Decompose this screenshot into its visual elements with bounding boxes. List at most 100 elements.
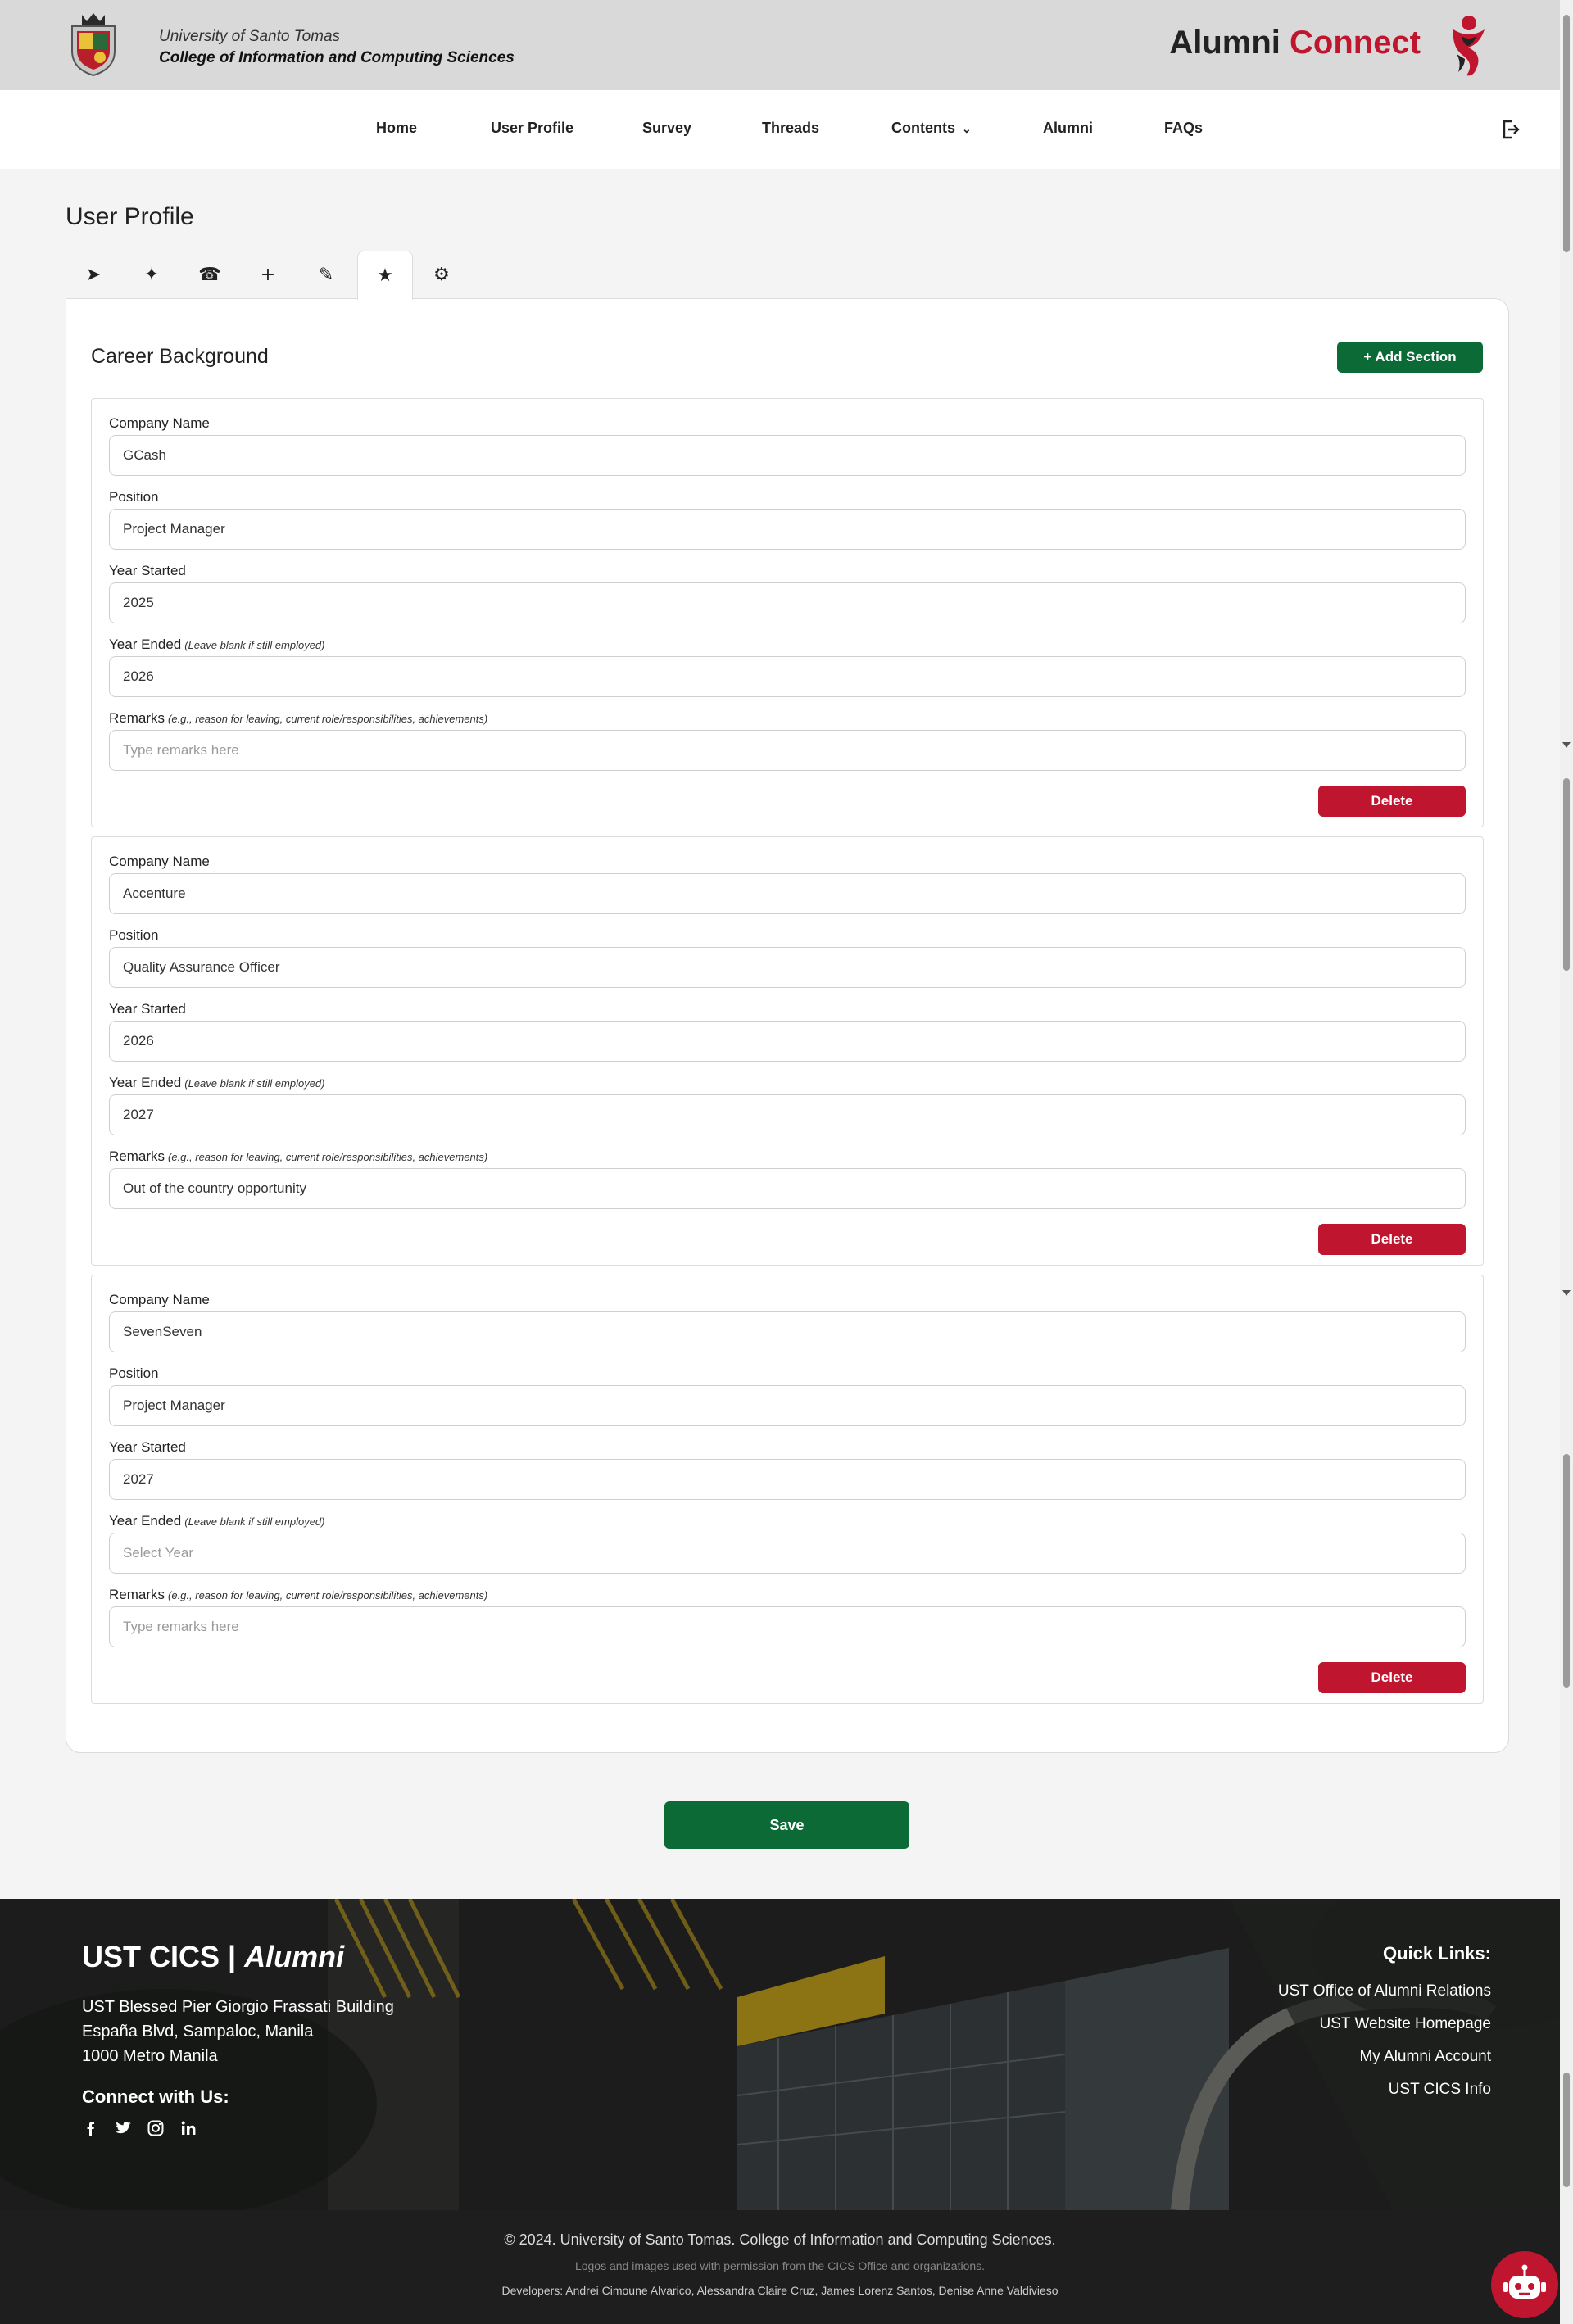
remarks-input[interactable] xyxy=(109,730,1466,771)
year-ended-label: Year Ended (Leave blank if still employed… xyxy=(109,1075,324,1091)
connect-title: Connect with Us: xyxy=(82,2086,229,2107)
delete-section-button[interactable]: Delete xyxy=(1318,786,1466,817)
sparkle-icon: ✦ xyxy=(143,264,160,285)
pencil-icon: ✎ xyxy=(318,264,334,285)
year-started-label-text: Year Started xyxy=(109,563,186,578)
address-line: España Blvd, Sampaloc, Manila xyxy=(82,2023,314,2041)
career-background-title: Career Background xyxy=(91,345,269,368)
quick-link-cics-info[interactable]: UST CICS Info xyxy=(1389,2081,1491,2099)
quick-link-alumni-account[interactable]: My Alumni Account xyxy=(1359,2048,1491,2066)
scroll-thumb[interactable] xyxy=(1563,778,1570,971)
tab-plus[interactable]: + xyxy=(240,251,296,298)
tab-pencil[interactable]: ✎ xyxy=(298,251,354,298)
career-section: Company Name Position Year Started Year End… xyxy=(91,398,1484,827)
career-section: Company Name Position Year Started Year End… xyxy=(91,836,1484,1266)
career-background-card: Career Background + Add Section Company … xyxy=(66,298,1509,1753)
year-ended-hint: (Leave blank if still employed) xyxy=(184,1515,325,1528)
quick-link-alumni-relations[interactable]: UST Office of Alumni Relations xyxy=(1278,1982,1491,2000)
twitter-icon[interactable] xyxy=(113,2118,133,2138)
brand-main-text: Alumni xyxy=(1169,25,1281,61)
delete-section-button[interactable]: Delete xyxy=(1318,1224,1466,1255)
year-ended-label: Year Ended (Leave blank if still employed… xyxy=(109,1513,324,1529)
facebook-icon[interactable] xyxy=(80,2118,100,2138)
remarks-input[interactable] xyxy=(109,1606,1466,1647)
send-icon: ➤ xyxy=(85,264,102,285)
year-started-label: Year Started xyxy=(109,563,186,579)
nav-survey[interactable]: Survey xyxy=(642,120,691,137)
footer-brand-italic: Alumni xyxy=(244,1940,345,1973)
nav-alumni[interactable]: Alumni xyxy=(1043,120,1093,137)
year-started-label-text: Year Started xyxy=(109,1001,186,1017)
year-started-input[interactable] xyxy=(109,1021,1466,1062)
nav-home[interactable]: Home xyxy=(376,120,417,137)
nav-faqs[interactable]: FAQs xyxy=(1164,120,1203,137)
tab-sparkle[interactable]: ✦ xyxy=(124,251,179,298)
remarks-hint: (e.g., reason for leaving, current role/… xyxy=(168,713,488,725)
copyright-text: © 2024. University of Santo Tomas. Colle… xyxy=(504,2231,1056,2248)
company-name-label: Company Name xyxy=(109,854,210,870)
ust-crest-logo xyxy=(71,13,116,77)
remarks-label-text: Remarks xyxy=(109,1587,165,1602)
nav-contents[interactable]: Contents ⌄ xyxy=(891,120,972,137)
instagram-icon[interactable] xyxy=(146,2118,165,2138)
settings-icon: ⚙ xyxy=(433,264,450,285)
year-ended-label-text: Year Ended xyxy=(109,636,182,652)
year-ended-input[interactable] xyxy=(109,1533,1466,1574)
plus-icon: + xyxy=(260,264,276,285)
star-icon: ★ xyxy=(377,265,393,286)
position-label-text: Position xyxy=(109,927,159,943)
save-button[interactable]: Save xyxy=(664,1801,909,1849)
college-name: College of Information and Computing Sci… xyxy=(159,49,515,66)
scroll-down-arrow[interactable] xyxy=(1562,742,1571,748)
company-name-label: Company Name xyxy=(109,415,210,432)
year-ended-input[interactable] xyxy=(109,1094,1466,1135)
delete-section-button[interactable]: Delete xyxy=(1318,1662,1466,1693)
remarks-label: Remarks (e.g., reason for leaving, curren… xyxy=(109,710,487,727)
year-ended-label-text: Year Ended xyxy=(109,1075,182,1090)
company-name-input[interactable] xyxy=(109,1311,1466,1352)
alumni-connect-brand: Alumni Connect xyxy=(1169,25,1421,61)
quick-links-title: Quick Links: xyxy=(1382,1943,1491,1964)
year-started-input[interactable] xyxy=(109,582,1466,623)
scroll-thumb[interactable] xyxy=(1563,1454,1570,1688)
position-input[interactable] xyxy=(109,947,1466,988)
footer-brand-main: UST CICS | xyxy=(82,1940,237,1973)
year-started-input[interactable] xyxy=(109,1459,1466,1500)
nav-user-profile[interactable]: User Profile xyxy=(491,120,573,137)
quick-link-ust-homepage[interactable]: UST Website Homepage xyxy=(1320,2015,1491,2033)
chatbot-button[interactable] xyxy=(1491,2251,1558,2318)
company-name-input[interactable] xyxy=(109,873,1466,914)
tab-settings[interactable]: ⚙ xyxy=(414,251,469,298)
scroll-down-arrow[interactable] xyxy=(1562,1290,1571,1296)
logout-icon[interactable] xyxy=(1501,119,1521,140)
tab-star[interactable]: ★ xyxy=(357,251,413,300)
tab-phone[interactable]: ☎ xyxy=(182,251,238,298)
nav-threads[interactable]: Threads xyxy=(762,120,819,137)
linkedin-icon[interactable] xyxy=(179,2118,198,2138)
year-ended-input[interactable] xyxy=(109,656,1466,697)
scroll-thumb[interactable] xyxy=(1563,2073,1570,2187)
page-scrollbar[interactable] xyxy=(1560,0,1573,2324)
year-ended-label: Year Ended (Leave blank if still employed… xyxy=(109,636,324,653)
footer-brand: UST CICS | Alumni xyxy=(82,1940,344,1974)
chevron-down-icon: ⌄ xyxy=(962,122,972,135)
developers-text: Developers: Andrei Cimoune Alvarico, Ale… xyxy=(501,2284,1058,2297)
main-nav: Home User Profile Survey Threads Content… xyxy=(0,90,1560,169)
company-name-input[interactable] xyxy=(109,435,1466,476)
position-label: Position xyxy=(109,1366,158,1382)
position-input[interactable] xyxy=(109,509,1466,550)
company-name-label-text: Company Name xyxy=(109,854,210,869)
nav-contents-label: Contents xyxy=(891,120,955,136)
remarks-hint: (e.g., reason for leaving, current role/… xyxy=(168,1589,488,1601)
add-section-button[interactable]: + Add Section xyxy=(1337,342,1483,373)
year-ended-hint: (Leave blank if still employed) xyxy=(184,639,325,651)
year-started-label-text: Year Started xyxy=(109,1439,186,1455)
company-name-label-text: Company Name xyxy=(109,1292,210,1307)
page-title: User Profile xyxy=(66,203,194,230)
scroll-thumb[interactable] xyxy=(1563,15,1570,252)
permission-text: Logos and images used with permission fr… xyxy=(574,2259,986,2272)
position-input[interactable] xyxy=(109,1385,1466,1426)
remarks-input[interactable] xyxy=(109,1168,1466,1209)
year-started-label: Year Started xyxy=(109,1001,186,1017)
tab-send[interactable]: ➤ xyxy=(66,251,121,298)
